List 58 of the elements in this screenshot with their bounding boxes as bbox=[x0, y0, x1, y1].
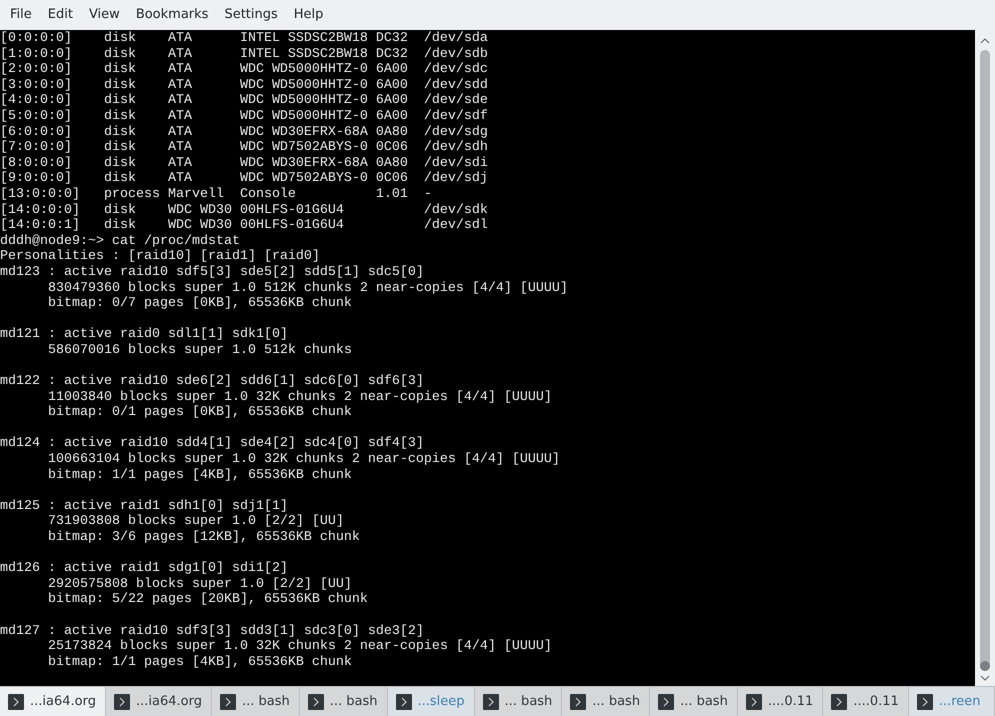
scroll-up-icon[interactable] bbox=[980, 38, 990, 44]
terminal-line: md127 : active raid10 sdf3[3] sdd3[1] sdc3[0] sde3[2] bbox=[0, 624, 424, 639]
terminal-line: bitmap: 1/1 pages [4KB], 65536KB chunk bbox=[46, 468, 352, 484]
terminal-line: [3:0:0:0] disk ATA WDC WD5000HHTZ-0 6A00 /dev/sdd bbox=[0, 78, 488, 93]
terminal-line: 25173824 blocks super 1.0 32K chunks 2 near-copies [4/4] [UUUU] bbox=[46, 639, 552, 655]
terminal-line: bitmap: 0/1 pages [0KB], 65536KB chunk bbox=[46, 405, 352, 421]
terminal-line: bitmap: 0/7 pages [0KB], 65536KB chunk bbox=[46, 296, 352, 312]
menu-item[interactable]: File bbox=[2, 5, 40, 25]
menu-item[interactable]: View bbox=[80, 5, 128, 25]
terminal-tab[interactable]: ... bash bbox=[300, 687, 388, 716]
terminal-icon bbox=[746, 694, 762, 710]
terminal-line: bitmap: 3/6 pages [12KB], 65536KB chunk bbox=[46, 530, 360, 546]
terminal-line: [5:0:0:0] disk ATA WDC WD5000HHTZ-0 6A00 /dev/sdf bbox=[0, 108, 488, 125]
terminal-icon bbox=[658, 694, 674, 710]
terminal-line: md122 : active raid10 sde6[2] sdd6[1] sdc6[0] sdf6[3] bbox=[0, 374, 424, 390]
terminal-line: 2920575808 blocks super 1.0 [2/2] [UU] bbox=[46, 576, 352, 592]
terminal-line: [1:0:0:0] disk ATA INTEL SSDSC2BW18 DC32 /dev/sdb bbox=[0, 46, 488, 62]
terminal-icon bbox=[8, 694, 24, 710]
terminal-line: md123 : active raid10 sdf5[3] sde5[2] sdd5[1] sdc5[0] bbox=[0, 264, 424, 280]
terminal-line: md125 : active raid1 sdh1[0] sdj1[1] bbox=[0, 498, 288, 514]
scroll-down-icon[interactable] bbox=[980, 675, 990, 681]
terminal-line: 586070016 blocks super 1.0 512k chunks bbox=[46, 342, 352, 358]
menu-item[interactable]: Help bbox=[286, 5, 332, 25]
terminal-line: [4:0:0:0] disk ATA WDC WD5000HHTZ-0 6A00 /dev/sde bbox=[0, 93, 488, 109]
terminal-line: Personalities : [raid10] [raid1] [raid0] bbox=[0, 249, 320, 265]
terminal-line: 11003840 blocks super 1.0 32K chunks 2 near-copies [4/4] [UUUU] bbox=[46, 390, 552, 405]
terminal-icon bbox=[482, 694, 499, 710]
terminal-tab[interactable]: ... bash bbox=[474, 687, 562, 716]
terminal-line: md126 : active raid1 sdg1[0] sdi1[2] bbox=[0, 561, 288, 577]
terminal-line: 731903808 blocks super 1.0 [2/2] [UU] bbox=[46, 514, 344, 530]
terminal-line: [0:0:0:0] disk ATA INTEL SSDSC2BW18 DC32 /dev/sda bbox=[0, 31, 488, 47]
terminal-line: 830479360 blocks super 1.0 512K chunks 2 near-copies [4/4] [UUUU] bbox=[46, 280, 568, 296]
terminal-icon bbox=[570, 694, 586, 710]
terminal-line: [2:0:0:0] disk ATA WDC WD5000HHTZ-0 6A00 /dev/sdc bbox=[0, 62, 488, 78]
menu-item[interactable]: Edit bbox=[40, 5, 81, 25]
terminal-icon bbox=[396, 694, 412, 710]
terminal-line: [9:0:0:0] disk ATA WDC WD7502ABYS-0 0C06 /dev/sdj bbox=[0, 171, 488, 187]
terminal-line: [14:0:0:1] disk WDC WD30 00HLFS-01G6U4 /dev/sdl bbox=[0, 218, 488, 234]
menu-item[interactable]: Settings bbox=[216, 5, 286, 25]
terminal-icon bbox=[220, 694, 236, 710]
terminal-line: md124 : active raid10 sdd4[1] sde4[2] sdc4[0] sdf4[3] bbox=[0, 436, 424, 452]
terminal-line: bitmap: 5/22 pages [20KB], 65536KB chunk bbox=[46, 592, 368, 608]
menu-item[interactable]: Bookmarks bbox=[128, 5, 216, 25]
terminal-line: 100663104 blocks super 1.0 32K chunks 2 near-copies [4/4] [UUUU] bbox=[46, 452, 560, 468]
terminal-line: [8:0:0:0] disk ATA WDC WD30EFRX-68A 0A80 /dev/sdi bbox=[0, 156, 488, 171]
terminal-line: [13:0:0:0] process Marvell Console 1.01 - bbox=[0, 186, 432, 203]
terminal-icon bbox=[831, 694, 848, 710]
scroll-thumb[interactable] bbox=[980, 661, 990, 671]
terminal-icon bbox=[916, 694, 933, 710]
terminal-line: md121 : active raid0 sdl1[1] sdk1[0] bbox=[0, 327, 288, 343]
terminal-line: dddh@node9:~> cat /proc/mdstat bbox=[0, 234, 240, 249]
terminal-line: bitmap: 1/1 pages [4KB], 65536KB chunk bbox=[46, 654, 352, 670]
terminal-line: [6:0:0:0] disk ATA WDC WD30EFRX-68A 0A80 /dev/sdg bbox=[0, 124, 488, 140]
terminal-line: [14:0:0:0] disk WDC WD30 00HLFS-01G6U4 /dev/sdk bbox=[0, 202, 488, 218]
terminal-line: [7:0:0:0] disk ATA WDC WD7502ABYS-0 0C06 /dev/sdh bbox=[0, 140, 488, 156]
terminal-icon bbox=[308, 694, 324, 710]
terminal-icon bbox=[114, 694, 130, 710]
terminal-tab[interactable]: ...ia64.org bbox=[0, 687, 106, 716]
